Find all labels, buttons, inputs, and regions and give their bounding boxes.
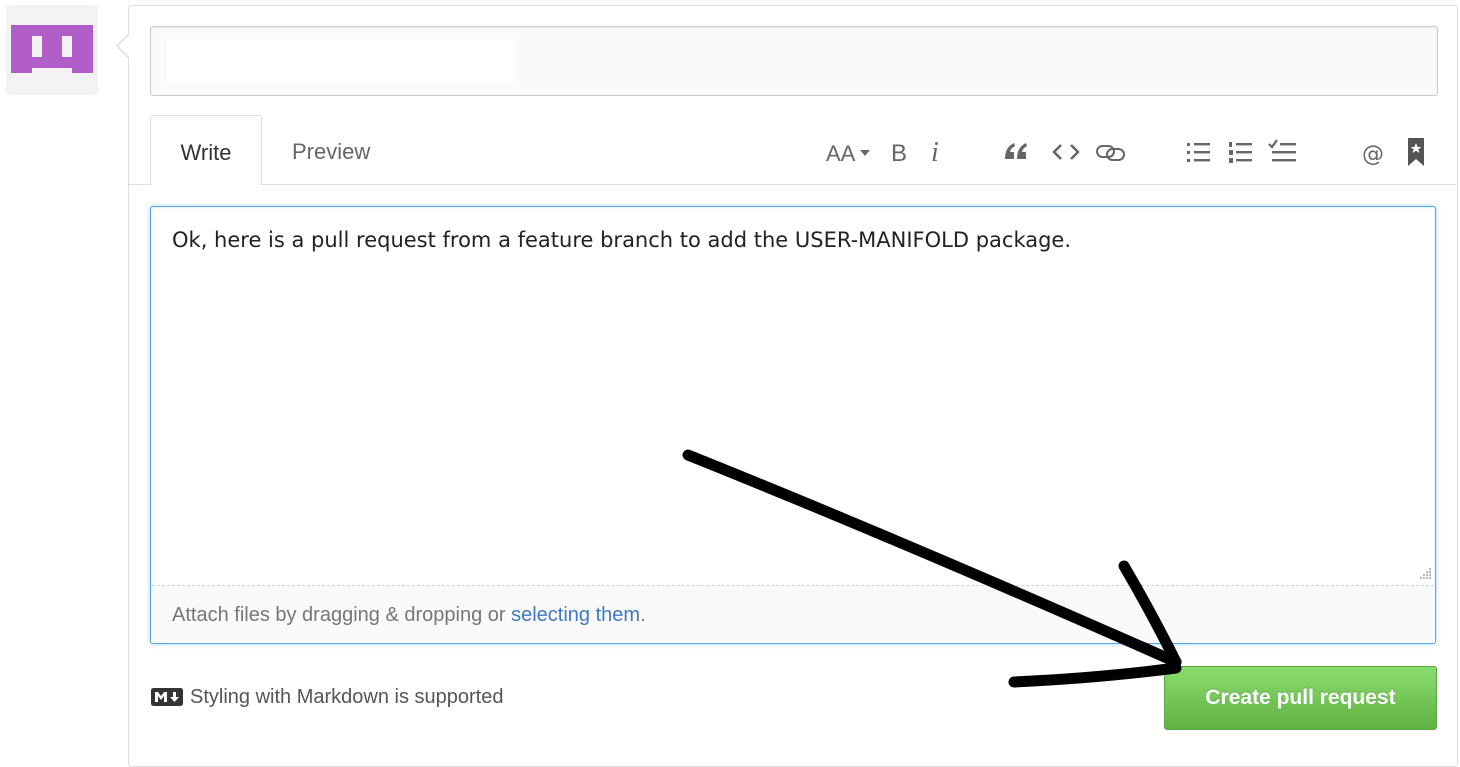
user-avatar[interactable] (6, 5, 98, 95)
resize-grip-icon[interactable] (1418, 566, 1432, 585)
redacted-title-value (167, 39, 515, 83)
select-files-link[interactable]: selecting them (511, 604, 640, 626)
mention-icon[interactable]: @ (1360, 132, 1390, 172)
attach-files-hint: Attach files by dragging & dropping or s… (172, 604, 646, 627)
link-icon[interactable] (1094, 132, 1128, 172)
svg-text:i: i (931, 137, 939, 168)
attach-prefix: Attach files by dragging & dropping or (172, 604, 512, 626)
attach-suffix: . (640, 604, 646, 626)
svg-text:B: B (891, 140, 907, 167)
markdown-support-link[interactable]: Styling with Markdown is supported (190, 686, 503, 709)
svg-text:@: @ (1362, 142, 1384, 167)
svg-text:AA: AA (826, 141, 856, 166)
task-list-icon[interactable] (1266, 132, 1300, 172)
markdown-icon[interactable] (151, 688, 183, 711)
unordered-list-icon[interactable] (1184, 132, 1214, 172)
italic-icon[interactable]: i (926, 132, 948, 172)
tab-write[interactable]: Write (150, 115, 262, 185)
identicon-icon (11, 25, 93, 73)
code-icon[interactable] (1050, 132, 1082, 172)
title-input[interactable] (150, 26, 1438, 96)
comment-body-textarea[interactable] (150, 206, 1436, 644)
quote-icon[interactable] (1002, 132, 1032, 172)
comment-body-text: Ok, here is a pull request from a featur… (172, 228, 1072, 252)
tab-bar-divider (129, 184, 1456, 185)
bold-icon[interactable]: B (888, 132, 914, 172)
ordered-list-icon[interactable] (1226, 132, 1256, 172)
saved-reply-icon[interactable] (1404, 132, 1428, 172)
card-pointer-fill (118, 35, 129, 57)
header-icon[interactable]: AA (824, 132, 878, 172)
tab-preview[interactable]: Preview (292, 139, 370, 165)
drop-area-divider (152, 585, 1434, 586)
create-pull-request-button[interactable]: Create pull request (1164, 666, 1437, 730)
